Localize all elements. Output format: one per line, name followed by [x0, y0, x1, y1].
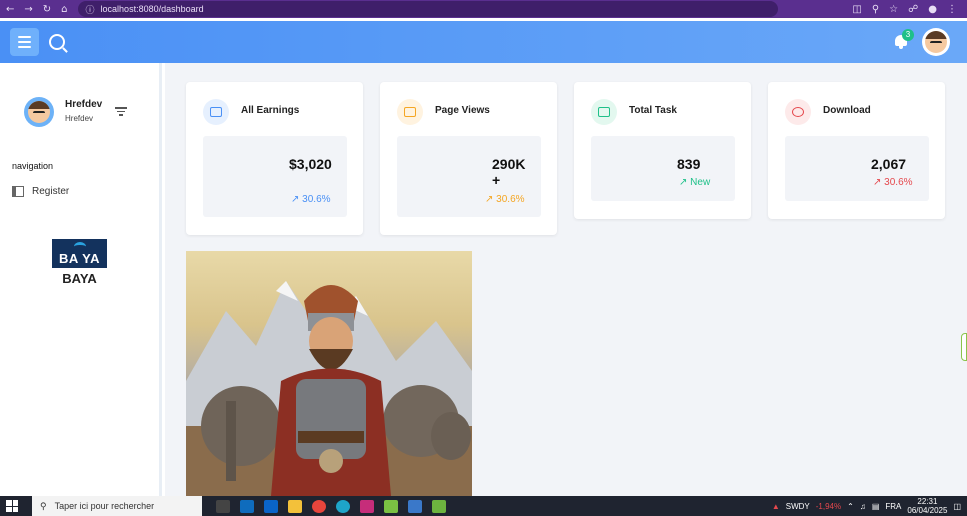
profile-icon[interactable]: ●	[928, 4, 937, 15]
stat-card-page-views: Page Views 290K+ ↗ 30.6%	[380, 82, 557, 235]
card-value: 290K+	[492, 156, 526, 188]
url-text: localhost:8080/dashboard	[100, 4, 204, 14]
file-explorer-icon[interactable]	[288, 499, 302, 513]
clock-date: 06/04/2025	[907, 506, 948, 515]
zoom-icon[interactable]: ⚲	[872, 4, 879, 15]
wallet-icon	[203, 99, 229, 125]
card-change: ↗ 30.6%	[485, 194, 525, 205]
reload-icon[interactable]: ↻	[43, 4, 51, 15]
profile-avatar[interactable]	[24, 97, 54, 127]
card-change: ↗ 30.6%	[873, 177, 913, 188]
brand-name: BAYA	[62, 271, 97, 286]
card-value: 2,067	[871, 156, 907, 172]
document-icon	[397, 99, 423, 125]
site-info-icon[interactable]: ⓘ	[86, 3, 95, 16]
network-icon[interactable]: ▤	[872, 502, 880, 511]
task-view-icon[interactable]	[216, 499, 230, 513]
stock-change: -1,94%	[815, 501, 842, 511]
brand-logo: BA YA	[52, 239, 107, 268]
app-header: 3	[0, 21, 967, 63]
notifications-icon[interactable]: ◫	[953, 502, 961, 511]
address-bar[interactable]: ⓘ localhost:8080/dashboard	[77, 1, 778, 17]
taskbar-search-input[interactable]: ⚲ Taper ici pour rechercher	[32, 496, 202, 516]
stock-trend-icon: ▲	[771, 501, 780, 511]
profile-name: Hrefdev	[65, 99, 103, 110]
card-title: Page Views	[435, 105, 490, 116]
notification-badge: 3	[902, 29, 914, 41]
card-title: All Earnings	[241, 105, 300, 116]
sidebar-item-label: Register	[32, 186, 70, 197]
chrome-icon[interactable]	[312, 499, 326, 513]
notepad-icon[interactable]	[384, 499, 398, 513]
navigation-heading: navigation	[12, 161, 54, 171]
volume-icon[interactable]: ♫	[860, 502, 866, 511]
remote-desktop-icon[interactable]	[408, 499, 422, 513]
home-icon[interactable]: ⌂	[61, 4, 67, 15]
calendar-icon	[591, 99, 617, 125]
search-icon: ⚲	[40, 500, 47, 511]
forward-icon[interactable]: →	[24, 4, 32, 15]
header-avatar[interactable]	[922, 28, 950, 56]
search-icon[interactable]	[49, 34, 65, 50]
tray-expand-icon[interactable]: ⌃	[847, 502, 854, 511]
main-content: All Earnings $3,020 ↗ 30.6% Page Views 2…	[165, 63, 967, 496]
browser-toolbar: ← → ↻ ⌂ ⓘ localhost:8080/dashboard ◫ ⚲ ☆…	[0, 0, 967, 18]
bookmark-star-icon[interactable]: ☆	[889, 4, 898, 15]
sidebar-item-register[interactable]: Register	[12, 186, 69, 197]
language-indicator[interactable]: FRA	[885, 502, 901, 511]
warrior-illustration	[186, 281, 472, 496]
filter-icon[interactable]	[115, 107, 127, 116]
card-title: Total Task	[629, 105, 677, 116]
outlook-icon[interactable]	[264, 499, 278, 513]
card-value: 839	[677, 156, 701, 172]
intellij-icon[interactable]	[360, 499, 374, 513]
more-menu-icon[interactable]: ⋮	[947, 4, 957, 15]
git-icon[interactable]	[432, 499, 446, 513]
os-taskbar: ⚲ Taper ici pour rechercher ▲ SWDY -1,94…	[0, 496, 967, 516]
stat-card-total-task: Total Task 839 ↗ New	[574, 82, 751, 219]
card-change: ↗ 30.6%	[291, 194, 331, 205]
register-icon	[12, 186, 24, 197]
download-icon	[785, 99, 811, 125]
clock[interactable]: 22:31 06/04/2025	[907, 497, 947, 515]
profile-role: Hrefdev	[65, 114, 94, 123]
sidebar: Hrefdev Hrefdev navigation Register BA Y…	[0, 63, 162, 496]
translate-icon[interactable]: ◫	[852, 4, 861, 15]
edge-icon[interactable]	[336, 499, 350, 513]
hamburger-menu-button[interactable]	[10, 28, 39, 56]
back-icon[interactable]: ←	[6, 4, 14, 15]
stock-symbol[interactable]: SWDY	[786, 502, 810, 511]
extension-icon[interactable]: ☍	[908, 4, 918, 15]
stat-card-earnings: All Earnings $3,020 ↗ 30.6%	[186, 82, 363, 235]
stat-card-download: Download 2,067 ↗ 30.6%	[768, 82, 945, 219]
clock-time: 22:31	[917, 497, 938, 506]
windows-start-icon[interactable]	[6, 500, 18, 512]
warrior-image	[186, 251, 472, 496]
store-icon[interactable]	[240, 499, 254, 513]
card-title: Download	[823, 105, 871, 116]
side-drawer-handle[interactable]	[961, 333, 967, 361]
card-value: $3,020	[289, 156, 332, 172]
card-change: ↗ New	[679, 177, 711, 188]
